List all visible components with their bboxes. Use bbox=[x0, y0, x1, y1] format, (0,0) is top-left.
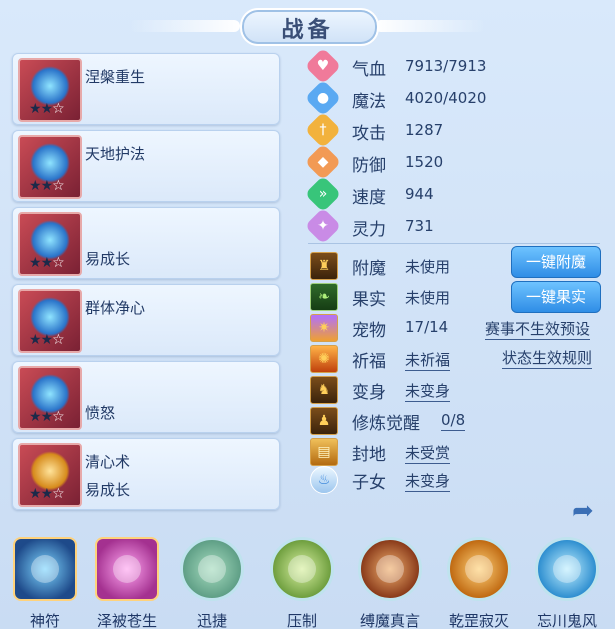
stat-value: 4020/4020 bbox=[405, 89, 487, 107]
skill-label: 压制 bbox=[286, 612, 317, 629]
buff-label: 变身 bbox=[352, 383, 386, 403]
skill-card[interactable]: ★★☆ 群体净心 bbox=[12, 284, 280, 356]
stat-label: 气血 bbox=[352, 60, 386, 80]
battle-prep-panel: 战备 ★★☆ 涅槃重生 ★★☆ 天地护法 ★★☆ 易成长 ★★☆ 群体净心 ★★… bbox=[0, 0, 615, 629]
buff-value: 未变身 bbox=[405, 382, 451, 402]
card-subtitle: 易成长 bbox=[85, 250, 131, 268]
buff-value: 未祈福 bbox=[405, 351, 451, 371]
buff-label: 宠物 bbox=[352, 321, 386, 341]
buff-label: 附魔 bbox=[352, 259, 386, 279]
speed-icon: » bbox=[304, 175, 342, 213]
skill-portrait-icon: ★★☆ bbox=[18, 212, 82, 276]
talisman-icon[interactable] bbox=[13, 537, 77, 601]
card-name: 天地护法 bbox=[85, 145, 146, 163]
skill-label: 乾罡寂灭 bbox=[448, 612, 509, 629]
star-rating: ★★☆ bbox=[29, 255, 65, 271]
stat-label: 速度 bbox=[352, 188, 386, 208]
star-rating: ★★☆ bbox=[29, 101, 65, 117]
skill-card[interactable]: ★★☆ 天地护法 bbox=[12, 130, 280, 202]
stat-label: 魔法 bbox=[352, 92, 386, 112]
page-title: 战备 bbox=[281, 18, 334, 43]
buff-value: 0/8 bbox=[441, 411, 466, 431]
stat-label: 防御 bbox=[352, 156, 386, 176]
bind-demon-icon[interactable] bbox=[358, 537, 422, 601]
star-rating: ★★☆ bbox=[29, 486, 65, 502]
buff-label: 果实 bbox=[352, 290, 386, 310]
buff-label: 封地 bbox=[352, 445, 386, 465]
skill-portrait-icon: ★★☆ bbox=[18, 443, 82, 507]
buff-label: 修炼觉醒 bbox=[352, 414, 420, 434]
transform-icon: ♞ bbox=[310, 376, 338, 404]
buff-label: 子女 bbox=[352, 473, 386, 493]
pet-icon: ✷ bbox=[310, 314, 338, 342]
defense-icon: ◆ bbox=[304, 143, 342, 181]
territory-icon: ▤ bbox=[310, 438, 338, 466]
card-name: 清心术 bbox=[85, 453, 131, 471]
one-click-fruit-button[interactable]: 一键果实 bbox=[511, 281, 601, 313]
skill-label: 缚魔真言 bbox=[359, 612, 420, 629]
skill-label: 泽被苍生 bbox=[96, 612, 157, 629]
buff-value: 未变身 bbox=[405, 472, 451, 492]
swift-icon[interactable] bbox=[180, 537, 244, 601]
stat-value: 7913/7913 bbox=[405, 57, 487, 75]
card-name: 涅槃重生 bbox=[85, 68, 146, 86]
skill-label: 忘川鬼风 bbox=[536, 612, 597, 629]
fruit-icon: ❧ bbox=[310, 283, 338, 311]
stat-value: 1287 bbox=[405, 121, 444, 139]
blessing-icon: ✺ bbox=[310, 345, 338, 373]
tournament-preset-link[interactable]: 赛事不生效预设 bbox=[485, 318, 591, 340]
enchant-icon: ♜ bbox=[310, 252, 338, 280]
buff-value: 未受赏 bbox=[405, 444, 451, 464]
card-name: 群体净心 bbox=[85, 299, 146, 317]
stat-value: 944 bbox=[405, 185, 434, 203]
heart-icon: ♥ bbox=[304, 47, 342, 85]
status-rules-link[interactable]: 状态生效规则 bbox=[502, 347, 593, 369]
section-divider bbox=[308, 243, 600, 244]
annihilation-icon[interactable] bbox=[447, 537, 511, 601]
spirit-icon: ✦ bbox=[304, 207, 342, 245]
buff-value: 17/14 bbox=[405, 318, 449, 336]
skill-portrait-icon: ★★☆ bbox=[18, 289, 82, 353]
card-subtitle: 易成长 bbox=[85, 481, 131, 499]
skill-card[interactable]: ★★☆ 涅槃重生 bbox=[12, 53, 280, 125]
one-click-enchant-button[interactable]: 一键附魔 bbox=[511, 246, 601, 278]
stat-value: 1520 bbox=[405, 153, 444, 171]
stat-label: 灵力 bbox=[352, 220, 386, 240]
share-icon[interactable]: ➦ bbox=[572, 498, 604, 524]
stat-value: 731 bbox=[405, 217, 434, 235]
star-rating: ★★☆ bbox=[29, 178, 65, 194]
skill-portrait-icon: ★★☆ bbox=[18, 58, 82, 122]
mana-icon: ● bbox=[304, 79, 342, 117]
card-subtitle: 愤怒 bbox=[85, 404, 116, 422]
buff-label: 祈福 bbox=[352, 352, 386, 372]
skill-label: 神符 bbox=[29, 612, 60, 629]
ghost-wind-icon[interactable] bbox=[535, 537, 599, 601]
buff-value: 未使用 bbox=[405, 258, 451, 276]
suppress-icon[interactable] bbox=[270, 537, 334, 601]
child-icon: ♨ bbox=[310, 466, 338, 494]
skill-card[interactable]: ★★☆ 愤怒 bbox=[12, 361, 280, 433]
blessing-hand-icon[interactable] bbox=[95, 537, 159, 601]
star-rating: ★★☆ bbox=[29, 409, 65, 425]
buff-value: 未使用 bbox=[405, 289, 451, 307]
cultivation-icon: ♟ bbox=[310, 407, 338, 435]
skill-portrait-icon: ★★☆ bbox=[18, 366, 82, 430]
skill-card[interactable]: ★★☆ 易成长 bbox=[12, 207, 280, 279]
attack-icon: † bbox=[304, 111, 342, 149]
star-rating: ★★☆ bbox=[29, 332, 65, 348]
stat-label: 攻击 bbox=[352, 124, 386, 144]
skill-label: 迅捷 bbox=[196, 612, 227, 629]
skill-portrait-icon: ★★☆ bbox=[18, 135, 82, 199]
skill-card[interactable]: ★★☆ 清心术 易成长 bbox=[12, 438, 280, 510]
